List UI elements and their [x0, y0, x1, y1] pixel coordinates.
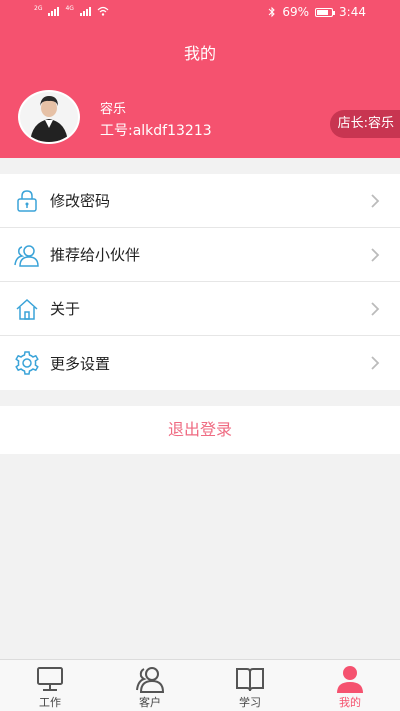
bluetooth-icon [269, 6, 276, 18]
menu-item-more-settings[interactable]: 更多设置 [0, 336, 400, 390]
tab-work[interactable]: 工作 [0, 660, 100, 711]
monitor-icon [37, 667, 63, 691]
chevron-right-icon [371, 194, 380, 208]
status-left: 2G 4G [34, 6, 109, 16]
menu-item-label: 更多设置 [50, 354, 111, 373]
menu-item-label: 修改密码 [50, 192, 111, 210]
logout-button[interactable]: 退出登录 [0, 406, 400, 454]
menu-item-label: 关于 [50, 300, 81, 318]
person-icon [337, 666, 363, 693]
user-name: 容乐 [100, 102, 127, 117]
tab-mine[interactable]: 我的 [300, 660, 400, 711]
customers-icon [136, 667, 165, 693]
menu-item-label: 推荐给小伙伴 [50, 246, 141, 264]
status-right: 69% 3:44 [268, 5, 366, 19]
chevron-right-icon [371, 302, 380, 316]
page-title: 我的 [183, 44, 216, 63]
employee-id: 工号:alkdf13213 [100, 123, 212, 139]
tab-label: 客户 [139, 696, 161, 709]
menu-item-recommend[interactable]: 推荐给小伙伴 [0, 228, 400, 282]
users-icon [14, 242, 40, 268]
avatar-photo [20, 92, 78, 142]
status-bar: 2G 4G 69% 3:44 [0, 0, 400, 26]
network-type-2: 4G [65, 5, 74, 12]
gear-icon [14, 350, 40, 376]
chevron-right-icon [371, 248, 380, 262]
clock: 3:44 [339, 5, 366, 19]
battery-icon [315, 7, 336, 17]
chevron-right-icon [371, 356, 380, 370]
tab-label: 学习 [239, 696, 261, 709]
settings-menu: 修改密码 推荐给小伙伴 关于 更多设置 [0, 174, 400, 390]
store-manager-badge: 店长:容乐 [329, 110, 400, 138]
home-icon [14, 296, 40, 322]
tab-learning[interactable]: 学习 [200, 660, 300, 711]
avatar[interactable] [18, 90, 80, 144]
wifi-icon [97, 6, 109, 16]
menu-item-about[interactable]: 关于 [0, 282, 400, 336]
signal-icon-2 [79, 6, 91, 16]
menu-item-change-password[interactable]: 修改密码 [0, 174, 400, 228]
tab-customers[interactable]: 客户 [100, 660, 200, 711]
tab-label: 我的 [339, 696, 361, 709]
tab-label: 工作 [39, 696, 61, 709]
book-icon [236, 668, 264, 692]
signal-icon [48, 6, 60, 16]
lock-icon [14, 188, 40, 214]
network-type-1: 2G [34, 5, 43, 12]
battery-percent: 69% [282, 5, 310, 19]
bottom-tab-bar: 工作 客户 学习 我的 [0, 659, 400, 711]
header: 2G 4G 69% 3:44 我的 容乐 工号:alkdf13213 店长:容乐 [0, 0, 400, 158]
